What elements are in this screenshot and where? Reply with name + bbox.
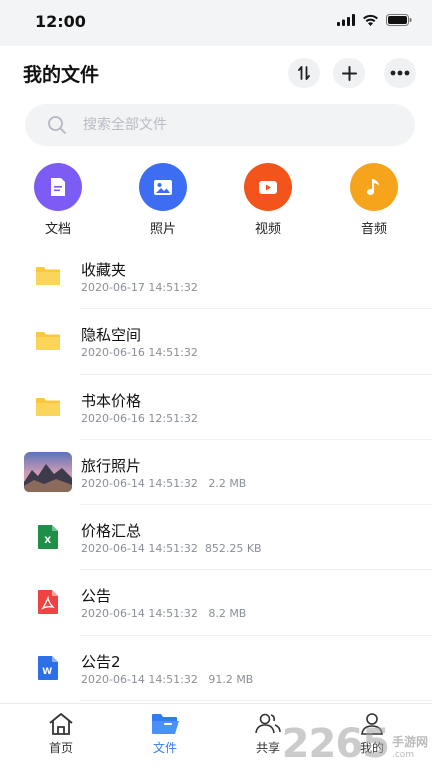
- more-icon: [390, 70, 410, 76]
- svg-text:X: X: [44, 536, 51, 546]
- sort-button[interactable]: [288, 58, 320, 88]
- search-icon: [48, 116, 66, 134]
- file-size: 91.2 MB: [208, 672, 254, 686]
- page-title: 我的文件: [23, 64, 100, 86]
- file-name: 隐私空间: [81, 326, 142, 345]
- pdf-file-icon: [24, 582, 72, 622]
- tab-home[interactable]: 首页: [31, 712, 91, 756]
- file-meta: 2020-06-14 14:51:32 8.2 MB: [81, 607, 246, 620]
- file-row[interactable]: 公告 2020-06-14 14:51:32 8.2 MB: [0, 570, 432, 637]
- file-name: 公告2: [81, 652, 121, 671]
- folder-icon: [24, 387, 72, 427]
- watermark-logo: 2265 手游网 .com: [282, 724, 428, 764]
- file-meta: 2020-06-16 12:51:32: [81, 412, 198, 425]
- file-date: 2020-06-17 14:51:32: [81, 281, 198, 294]
- file-meta: 2020-06-14 14:51:32 91.2 MB: [81, 673, 253, 686]
- file-meta: 2020-06-14 14:51:32 852.25 KB: [81, 542, 262, 555]
- status-time: 12:00: [35, 12, 86, 31]
- share-users-icon: [255, 713, 281, 734]
- photo-icon: [154, 179, 172, 195]
- wifi-icon: [363, 14, 378, 26]
- file-size: 2.2 MB: [208, 476, 247, 490]
- category-audio[interactable]: 音频: [339, 163, 409, 237]
- signal-icon: [337, 14, 355, 26]
- file-date: 2020-06-14 14:51:32: [81, 542, 198, 556]
- file-row[interactable]: X 价格汇总 2020-06-14 14:51:32 852.25 KB: [0, 505, 432, 571]
- file-meta: 2020-06-16 14:51:32: [81, 346, 198, 359]
- word-file-icon: W: [24, 648, 72, 688]
- status-bar: 12:00: [0, 0, 432, 46]
- sort-icon: [298, 66, 310, 80]
- file-size: 852.25 KB: [204, 542, 262, 556]
- file-row[interactable]: 收藏夹 2020-06-17 14:51:32: [0, 244, 432, 310]
- document-icon: [51, 178, 65, 196]
- tab-label: 共享: [255, 741, 280, 755]
- home-icon: [49, 713, 73, 735]
- file-list: 收藏夹 2020-06-17 14:51:32 隐私空间 2020-06-16 …: [0, 244, 432, 702]
- tab-label: 首页: [48, 741, 73, 755]
- file-name: 公告: [81, 587, 112, 606]
- audio-category-circle: [350, 163, 398, 211]
- add-button[interactable]: [333, 58, 365, 88]
- folder-icon: [24, 256, 72, 296]
- music-icon: [366, 179, 379, 195]
- status-icons: [337, 14, 412, 26]
- folder-icon: [24, 321, 72, 361]
- search-input[interactable]: [83, 104, 403, 146]
- tab-label: 文件: [152, 741, 177, 755]
- category-label: 文档: [44, 222, 71, 237]
- file-name: 收藏夹: [81, 261, 127, 279]
- search-bar: [25, 104, 415, 146]
- file-row[interactable]: 书本价格 2020-06-16 12:51:32: [0, 375, 432, 441]
- tab-files[interactable]: 文件: [135, 712, 195, 756]
- category-photos[interactable]: 照片: [128, 163, 198, 237]
- file-meta: 2020-06-17 14:51:32: [81, 281, 198, 294]
- file-date: 2020-06-14 14:51:32: [81, 607, 198, 621]
- video-icon: [259, 180, 277, 194]
- file-name: 书本价格: [81, 391, 142, 410]
- file-row[interactable]: W 公告2 2020-06-14 14:51:32 91.2 MB: [0, 636, 432, 702]
- category-label: 视频: [254, 222, 281, 237]
- header: 我的文件: [0, 46, 432, 98]
- add-icon: [341, 65, 357, 81]
- battery-icon: [386, 14, 412, 26]
- photo-thumbnail-icon: [24, 451, 72, 492]
- photo-category-circle: [139, 163, 187, 211]
- more-button[interactable]: [384, 58, 416, 88]
- file-date: 2020-06-16 12:51:32: [81, 411, 198, 425]
- watermark-url: .com: [391, 750, 415, 760]
- watermark-number: 2265: [281, 721, 390, 767]
- svg-text:W: W: [42, 667, 52, 677]
- excel-file-icon: X: [24, 517, 72, 557]
- document-category-circle: [34, 163, 82, 211]
- file-size: 8.2 MB: [208, 607, 247, 621]
- watermark-text-block: 手游网 .com: [392, 735, 428, 761]
- video-category-circle: [244, 163, 292, 211]
- file-name: 价格汇总: [81, 522, 142, 541]
- file-meta: 2020-06-14 14:51:32 2.2 MB: [81, 477, 246, 490]
- file-date: 2020-06-14 14:51:32: [81, 476, 198, 490]
- category-videos[interactable]: 视频: [233, 163, 303, 237]
- watermark-text: 手游网: [391, 735, 428, 749]
- category-label: 照片: [149, 222, 176, 237]
- category-label: 音频: [360, 222, 387, 237]
- category-row: 文档 照片 视频 音频: [0, 163, 432, 237]
- file-row[interactable]: 隐私空间 2020-06-16 14:51:32: [0, 309, 432, 375]
- file-date: 2020-06-16 14:51:32: [81, 346, 198, 360]
- category-documents[interactable]: 文档: [23, 163, 93, 237]
- file-date: 2020-06-14 14:51:32: [81, 672, 198, 686]
- folder-open-icon: [152, 714, 179, 734]
- file-name: 旅行照片: [81, 456, 142, 475]
- file-row[interactable]: 旅行照片 2020-06-14 14:51:32 2.2 MB: [0, 440, 432, 506]
